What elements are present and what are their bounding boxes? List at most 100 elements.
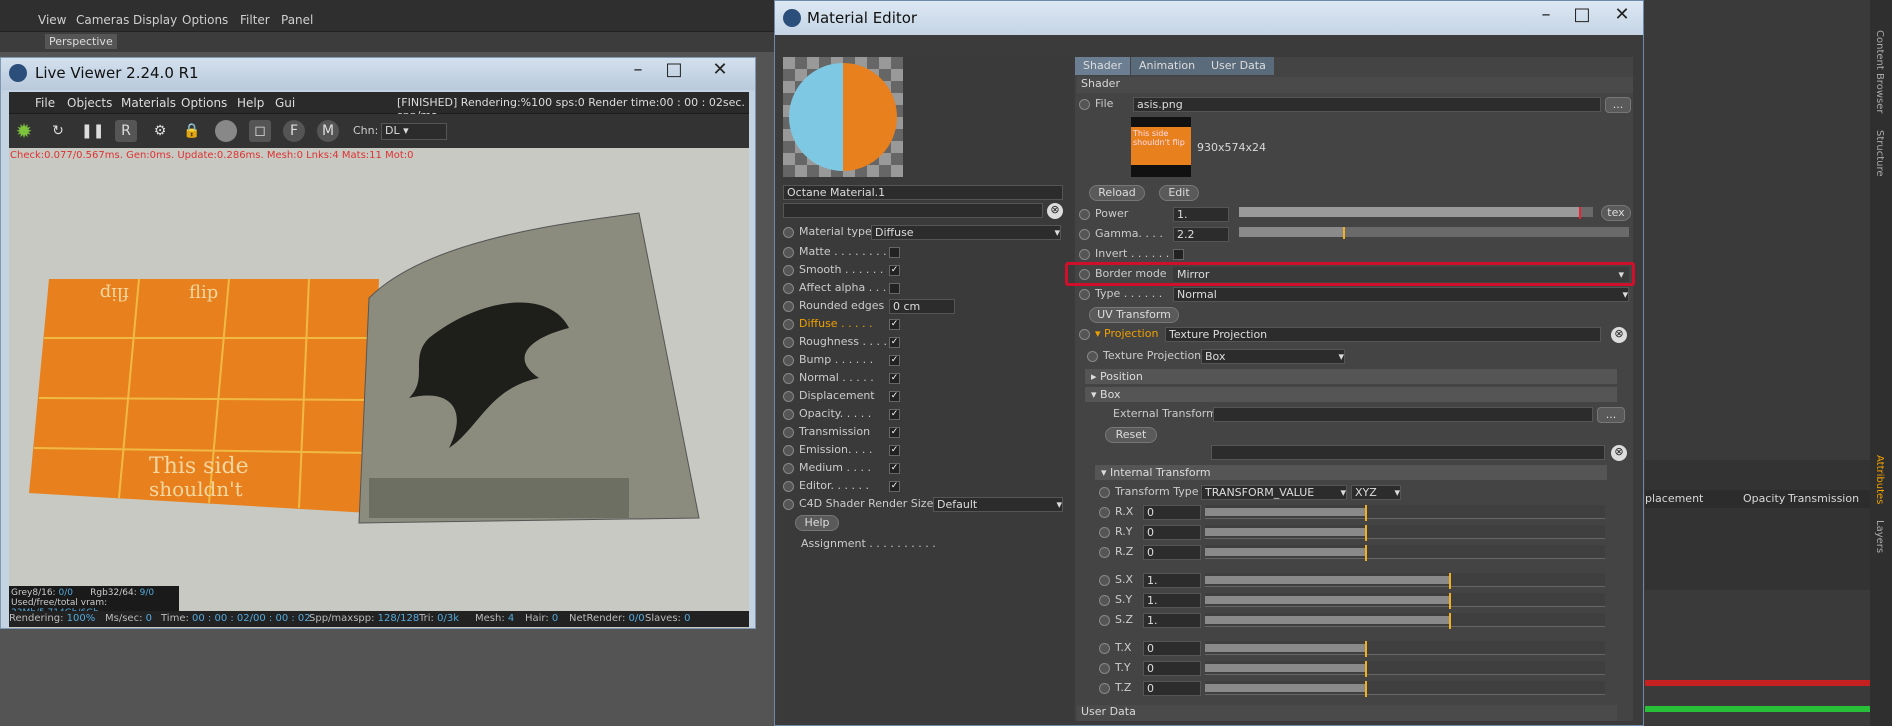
settings-icon[interactable]: ⚙ [149, 120, 171, 142]
param-slider[interactable] [1205, 505, 1605, 521]
position-section[interactable]: ▸ Position [1085, 369, 1617, 384]
material-sphere-icon[interactable] [215, 120, 237, 142]
texture-projection-select[interactable]: Box ▾ [1201, 349, 1345, 364]
param-slider[interactable] [1205, 613, 1605, 629]
user-data-section[interactable]: User Data [1077, 705, 1617, 721]
channel-checkbox[interactable]: ✓ [889, 427, 900, 438]
reset-button[interactable]: Reset [1105, 427, 1157, 443]
param-field[interactable]: 1. [1143, 613, 1201, 628]
help-button[interactable]: Help [795, 515, 839, 531]
param-field[interactable]: 0 [1143, 681, 1201, 696]
channel-checkbox[interactable]: ✓ [889, 481, 900, 492]
radio-icon[interactable] [783, 264, 794, 276]
tab-shader[interactable]: Shader [1075, 57, 1130, 75]
uv-transform-button[interactable]: UV Transform [1089, 307, 1179, 323]
radio-icon[interactable] [783, 336, 794, 348]
material-editor-titlebar[interactable]: Material Editor – □ ✕ [775, 1, 1643, 35]
material-search-field[interactable] [783, 203, 1043, 218]
power-slider[interactable] [1239, 207, 1593, 219]
target-icon[interactable]: ⊗ [1611, 327, 1627, 343]
radio-icon[interactable] [783, 408, 794, 420]
reload-button[interactable]: Reload [1089, 185, 1145, 201]
channel-row[interactable]: Editor. . . . . . [783, 479, 869, 495]
tab-structure[interactable]: Structure [1874, 130, 1885, 177]
pick-focus-icon[interactable]: F [283, 120, 305, 142]
radio-icon[interactable] [783, 354, 794, 366]
radio-icon[interactable] [783, 426, 794, 438]
channel-select[interactable]: DL ▾ [381, 123, 447, 140]
channel-checkbox[interactable] [889, 283, 900, 294]
file-field[interactable]: asis.png [1133, 97, 1601, 112]
file-browse-button[interactable]: ... [1605, 97, 1631, 113]
channel-checkbox[interactable] [889, 247, 900, 258]
radio-icon[interactable] [783, 318, 794, 330]
menu-view[interactable]: View [38, 13, 66, 27]
region-render-icon[interactable]: R [115, 120, 137, 142]
menu-options[interactable]: Options [182, 13, 228, 27]
param-slider[interactable] [1205, 641, 1605, 657]
tab-layers[interactable]: Layers [1874, 520, 1885, 553]
param-field[interactable]: 0 [1143, 641, 1201, 656]
render-view[interactable]: Check:0.077/0.567ms. Gen:0ms. Update:0.2… [9, 148, 749, 628]
channel-row[interactable]: Emission. . . . [783, 443, 872, 459]
lv-menu-objects[interactable]: Objects [67, 96, 112, 110]
lv-menu-help[interactable]: Help [237, 96, 264, 110]
power-field[interactable]: 1. [1173, 207, 1229, 222]
menu-cameras[interactable]: Cameras [76, 13, 129, 27]
param-slider[interactable] [1205, 545, 1605, 561]
param-slider[interactable] [1205, 661, 1605, 677]
pick-material-icon[interactable]: M [317, 120, 339, 142]
radio-icon[interactable] [1099, 682, 1110, 694]
close-icon[interactable]: ✕ [1605, 3, 1639, 27]
radio-icon[interactable] [1099, 614, 1110, 626]
param-slider[interactable] [1205, 525, 1605, 541]
type-select[interactable]: Normal ▾ [1173, 287, 1629, 302]
channel-row[interactable]: Affect alpha . . . [783, 281, 886, 297]
channel-checkbox[interactable]: ✓ [889, 391, 900, 402]
channel-row[interactable]: Displacement [783, 389, 875, 405]
param-field[interactable]: 0 [1143, 505, 1201, 520]
transform-type-select[interactable]: TRANSFORM_VALUE ▾ [1201, 485, 1347, 500]
maximize-icon[interactable]: □ [657, 58, 691, 82]
channel-checkbox[interactable]: ✓ [889, 355, 900, 366]
lv-menu-gui[interactable]: Gui [275, 96, 295, 110]
menu-panel[interactable]: Panel [281, 13, 313, 27]
channel-checkbox[interactable]: ✓ [889, 445, 900, 456]
channel-row[interactable]: Smooth . . . . . . [783, 263, 883, 279]
channel-checkbox[interactable]: ✓ [889, 265, 900, 276]
radio-icon[interactable] [1099, 506, 1110, 518]
octane-logo-icon[interactable]: ✹ [13, 120, 35, 142]
tex-button[interactable]: tex [1601, 205, 1631, 221]
radio-icon[interactable] [783, 246, 794, 258]
target-icon[interactable]: ⊗ [1047, 203, 1063, 219]
channel-row[interactable]: Medium . . . . [783, 461, 871, 477]
live-viewer-titlebar[interactable]: Live Viewer 2.24.0 R1 – □ ✕ [1, 58, 755, 90]
tab-user-data[interactable]: User Data [1203, 57, 1274, 75]
radio-icon[interactable] [1099, 526, 1110, 538]
channel-checkbox[interactable]: ✓ [889, 337, 900, 348]
gamma-field[interactable]: 2.2 [1173, 227, 1229, 242]
external-transform-browse[interactable]: ... [1597, 407, 1625, 423]
channel-row[interactable]: Roughness . . . . [783, 335, 887, 351]
channel-checkbox[interactable]: ✓ [889, 409, 900, 420]
channel-row[interactable]: Transmission [783, 425, 870, 441]
edit-button[interactable]: Edit [1159, 185, 1199, 201]
param-field[interactable]: 0 [1143, 545, 1201, 560]
channel-checkbox[interactable]: ✓ [889, 463, 900, 474]
maximize-icon[interactable]: □ [1565, 3, 1599, 27]
radio-icon[interactable] [783, 372, 794, 384]
material-type-select[interactable]: Diffuse ▾ [871, 225, 1061, 240]
tab-content-browser[interactable]: Content Browser [1874, 30, 1885, 113]
param-slider[interactable] [1205, 573, 1605, 589]
pause-icon[interactable]: ❚❚ [81, 120, 104, 142]
lv-menu-file[interactable]: File [35, 96, 55, 110]
channel-row[interactable]: Bump . . . . . . [783, 353, 873, 369]
lv-menu-materials[interactable]: Materials [121, 96, 176, 110]
material-name-field[interactable]: Octane Material.1 [783, 185, 1063, 200]
radio-icon[interactable] [783, 462, 794, 474]
param-field[interactable]: 0 [1143, 525, 1201, 540]
restart-icon[interactable]: ↻ [47, 120, 69, 142]
tab-animation[interactable]: Animation [1131, 57, 1204, 75]
minimize-icon[interactable]: – [621, 58, 655, 82]
radio-icon[interactable] [783, 300, 794, 312]
